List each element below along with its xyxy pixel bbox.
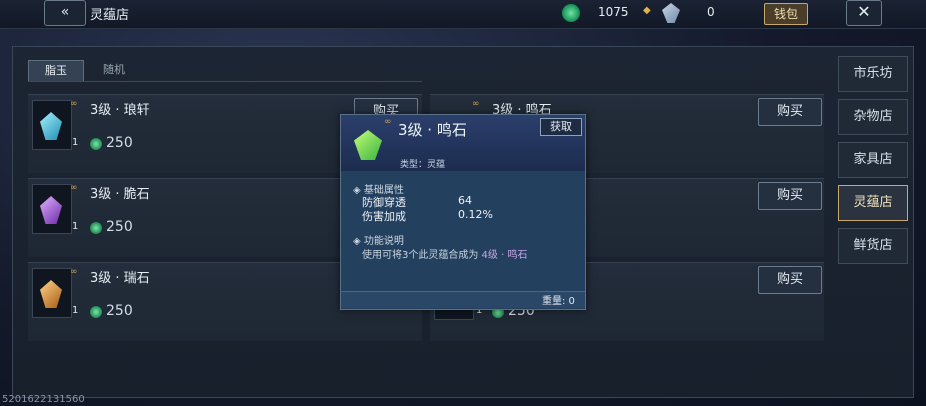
sidebar-item-lingyun[interactable]: 灵蕴店 bbox=[838, 185, 908, 221]
back-button[interactable]: « bbox=[44, 0, 86, 26]
buy-button[interactable]: 购买 bbox=[758, 182, 822, 210]
wallet-button[interactable]: 钱包 bbox=[764, 3, 808, 25]
item-qty: 1 bbox=[72, 137, 79, 148]
link-icon: ∞ bbox=[70, 267, 78, 277]
diamond-bullet-icon: ◈ bbox=[353, 185, 361, 196]
item-name: 3级 · 瑞石 bbox=[90, 271, 150, 286]
item-qty: 1 bbox=[72, 305, 79, 316]
item-name: 3级 · 脆石 bbox=[90, 187, 150, 202]
diamond-bullet-icon: ◈ bbox=[353, 236, 361, 247]
item-name: 3级 · 琅轩 bbox=[90, 103, 150, 118]
sidebar-item-xianhuo[interactable]: 鲜货店 bbox=[838, 228, 908, 264]
jade-coin-icon bbox=[562, 4, 580, 22]
price-coin-icon bbox=[90, 306, 102, 318]
add-currency-icon[interactable]: ◆ bbox=[643, 6, 653, 16]
attr-value: 0.12% bbox=[458, 208, 493, 221]
item-price: 250 bbox=[106, 303, 133, 319]
buy-button[interactable]: 购买 bbox=[758, 98, 822, 126]
currency1-value: 1075 bbox=[598, 5, 629, 19]
tab-random[interactable]: 随机 bbox=[86, 60, 142, 80]
tab-divider bbox=[28, 81, 422, 82]
close-button[interactable]: ✕ bbox=[846, 0, 882, 26]
item-weight: 重量: 0 bbox=[542, 296, 575, 307]
sidebar-item-zawu[interactable]: 杂物店 bbox=[838, 99, 908, 135]
sidebar-item-jiaju[interactable]: 家具店 bbox=[838, 142, 908, 178]
target-item-link: 4级 · 鸣石 bbox=[481, 250, 528, 261]
func-description: 使用可将3个此灵蕴合成为 4级 · 鸣石 bbox=[362, 250, 528, 261]
link-icon: ∞ bbox=[70, 99, 78, 109]
item-price: 250 bbox=[106, 219, 133, 235]
item-price: 250 bbox=[106, 135, 133, 151]
tooltip-type: 类型：灵蕴 bbox=[400, 160, 446, 170]
sidebar-item-shile[interactable]: 市乐坊 bbox=[838, 56, 908, 92]
get-button[interactable]: 获取 bbox=[540, 118, 582, 136]
func-section-header: ◈ 功能说明 bbox=[353, 236, 404, 247]
attr-value: 64 bbox=[458, 194, 472, 207]
price-coin-icon bbox=[90, 222, 102, 234]
buy-button[interactable]: 购买 bbox=[758, 266, 822, 294]
item-qty: 1 bbox=[72, 221, 79, 232]
price-coin-icon bbox=[90, 138, 102, 150]
link-icon: ∞ bbox=[70, 183, 78, 193]
tab-jade[interactable]: 脂玉 bbox=[28, 60, 84, 82]
attr-label: 伤害加成 bbox=[362, 210, 406, 223]
tooltip-title: 3级 · 鸣石 bbox=[398, 121, 467, 139]
link-icon: ∞ bbox=[472, 99, 480, 109]
double-chevron-left-icon: « bbox=[60, 4, 70, 20]
page-title: 灵蕴店 bbox=[90, 8, 130, 23]
close-icon: ✕ bbox=[857, 2, 871, 21]
link-icon: ∞ bbox=[384, 117, 392, 127]
currency2-value: 0 bbox=[707, 5, 715, 19]
player-id: 5201622131560 bbox=[2, 394, 85, 405]
